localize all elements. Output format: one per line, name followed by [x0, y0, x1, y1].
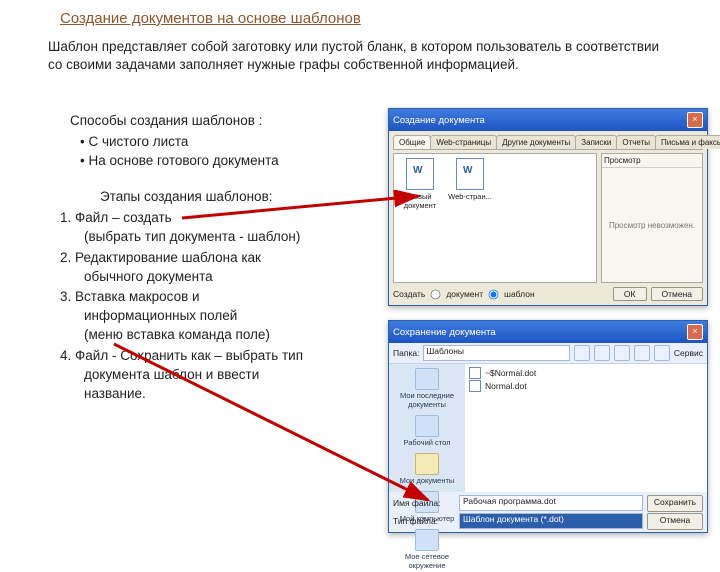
file-icon: [469, 380, 481, 392]
tab-notes[interactable]: Записки: [575, 135, 617, 149]
template-icon-area: Новый документ Web-стран...: [393, 153, 597, 283]
steps-block: Этапы создания шаблонов: 1. Файл – созда…: [60, 188, 378, 404]
close-icon[interactable]: ×: [687, 112, 703, 128]
filename-label: Имя файла:: [393, 498, 455, 508]
methods-item: На основе готового документа: [74, 152, 380, 171]
file-item[interactable]: Normal.dot: [469, 379, 703, 392]
close-icon[interactable]: ×: [687, 324, 703, 340]
cancel-button[interactable]: Отмена: [647, 513, 703, 530]
filetype-dropdown[interactable]: Шаблон документа (*.dot): [459, 513, 643, 529]
place-network[interactable]: Мое сетевое окружение: [391, 527, 463, 572]
place-desktop[interactable]: Рабочий стол: [391, 413, 463, 449]
steps-heading: Этапы создания шаблонов:: [60, 188, 378, 207]
delete-icon[interactable]: [614, 345, 630, 361]
create-document-dialog: Создание документа × Общие Web-страницы …: [388, 108, 708, 306]
filename-input[interactable]: Рабочая программа.dot: [459, 495, 643, 511]
back-icon[interactable]: [574, 345, 590, 361]
file-list: ~$Normal.dot Normal.dot: [465, 364, 707, 492]
place-recent[interactable]: Мои последние документы: [391, 366, 463, 411]
document-icon: [406, 158, 434, 190]
create-type-group: Создать документ шаблон: [393, 288, 535, 301]
save-document-dialog: Сохранение документа × Папка: Шаблоны Се…: [388, 320, 708, 533]
cancel-button[interactable]: Отмена: [651, 287, 704, 301]
place-mydocs[interactable]: Мои документы: [391, 451, 463, 487]
tab-other[interactable]: Другие документы: [496, 135, 576, 149]
preview-pane: Просмотр Просмотр невозможен.: [601, 153, 703, 283]
radio-document[interactable]: [431, 289, 441, 299]
intro-text: Шаблон представляет собой заготовку или …: [48, 38, 668, 74]
newfolder-icon[interactable]: [634, 345, 650, 361]
page-title: Создание документов на основе шаблонов: [60, 10, 361, 27]
filetype-label: Тип файла:: [393, 516, 455, 526]
tab-reports[interactable]: Отчеты: [616, 135, 656, 149]
methods-block: Способы создания шаблонов : С чистого ли…: [70, 112, 380, 171]
radio-template[interactable]: [489, 289, 499, 299]
tab-bar: Общие Web-страницы Другие документы Запи…: [393, 135, 703, 150]
template-item[interactable]: Новый документ: [398, 158, 442, 210]
document-icon: [456, 158, 484, 190]
ok-button[interactable]: ОК: [613, 287, 647, 301]
tab-general[interactable]: Общие: [393, 135, 431, 149]
places-bar: Мои последние документы Рабочий стол Мои…: [389, 364, 465, 492]
template-item[interactable]: Web-стран...: [448, 158, 492, 201]
dialog-title: Создание документа: [393, 115, 485, 126]
folder-label: Папка:: [393, 348, 419, 358]
methods-item: С чистого листа: [74, 133, 380, 152]
views-icon[interactable]: [654, 345, 670, 361]
methods-heading: Способы создания шаблонов :: [70, 112, 380, 131]
folder-dropdown[interactable]: Шаблоны: [423, 345, 569, 361]
service-menu[interactable]: Сервис: [674, 348, 703, 358]
dialog-title: Сохранение документа: [393, 327, 496, 338]
file-item[interactable]: ~$Normal.dot: [469, 366, 703, 379]
tab-letters[interactable]: Письма и факсы: [655, 135, 720, 149]
tab-web[interactable]: Web-страницы: [430, 135, 497, 149]
up-icon[interactable]: [594, 345, 610, 361]
file-icon: [469, 367, 481, 379]
save-button[interactable]: Сохранить: [647, 495, 703, 512]
